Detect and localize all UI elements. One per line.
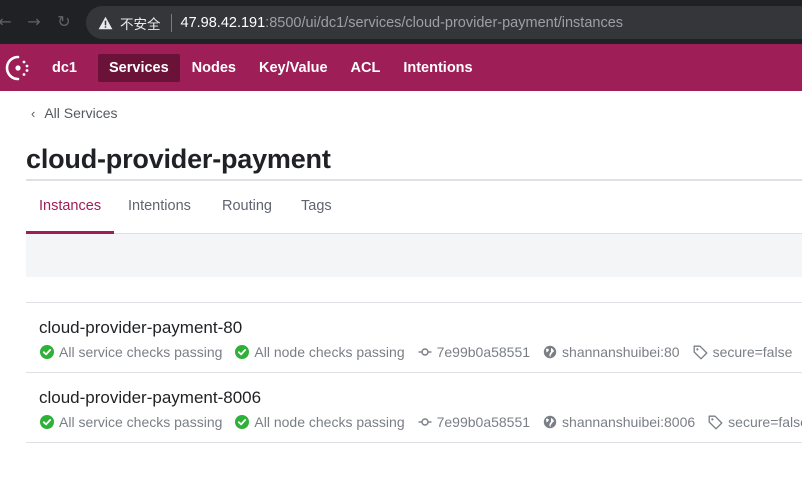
- node-checks-label: All node checks passing: [254, 414, 405, 430]
- datacenter-selector[interactable]: dc1: [43, 54, 88, 82]
- globe-icon: [543, 415, 557, 429]
- tag-label: secure=false: [728, 414, 802, 430]
- back-arrow-icon[interactable]: ←: [0, 12, 16, 31]
- warning-icon[interactable]: [98, 16, 113, 30]
- node-checks-status: All node checks passing: [235, 414, 405, 430]
- tags: secure=false: [708, 414, 802, 430]
- address: shannanshuibei:8006: [543, 414, 695, 430]
- list-item[interactable]: cloud-provider-payment-80 All service ch…: [26, 303, 802, 373]
- service-checks-status: All service checks passing: [40, 414, 222, 430]
- tab-tags[interactable]: Tags: [288, 181, 345, 234]
- address-label: shannanshuibei:80: [562, 344, 680, 360]
- address-bar[interactable]: 不安全 47.98.42.191:8500/ui/dc1/services/cl…: [86, 6, 802, 39]
- node-id-label: 7e99b0a58551: [436, 414, 531, 430]
- globe-icon: [543, 345, 557, 359]
- instance-name[interactable]: cloud-provider-payment-8006: [39, 388, 261, 408]
- filter-bar: [26, 234, 802, 277]
- tab-routing[interactable]: Routing: [209, 181, 285, 234]
- tab-intentions[interactable]: Intentions: [115, 181, 204, 234]
- node-checks-label: All node checks passing: [254, 344, 405, 360]
- instance-meta: All service checks passing All node chec…: [40, 414, 802, 430]
- instance-meta: All service checks passing All node chec…: [40, 344, 802, 360]
- node-id-label: 7e99b0a58551: [436, 344, 531, 360]
- address: shannanshuibei:80: [543, 344, 680, 360]
- nav-key-value[interactable]: Key/Value: [248, 54, 339, 82]
- tag-icon: [693, 345, 708, 359]
- check-circle-icon: [235, 415, 250, 429]
- nav-intentions[interactable]: Intentions: [392, 54, 483, 82]
- service-checks-label: All service checks passing: [59, 344, 223, 360]
- list-item[interactable]: cloud-provider-payment-8006 All service …: [26, 373, 802, 443]
- check-circle-icon: [40, 415, 54, 429]
- tag-icon: [708, 415, 723, 429]
- page-title: cloud-provider-payment: [26, 144, 331, 174]
- url-path: :8500/ui/dc1/services/cloud-provider-pay…: [265, 14, 624, 31]
- forward-arrow-icon[interactable]: →: [23, 12, 45, 31]
- url-host: 47.98.42.191: [180, 14, 266, 31]
- url-divider: [170, 13, 172, 32]
- tags: secure=false: [693, 344, 793, 360]
- insecure-label[interactable]: 不安全: [120, 13, 161, 33]
- tag-label: secure=false: [712, 344, 793, 360]
- node-id: 7e99b0a58551: [418, 344, 530, 360]
- service-checks-label: All service checks passing: [59, 414, 223, 430]
- breadcrumb[interactable]: ‹ All Services: [31, 105, 117, 121]
- address-label: shannanshuibei:8006: [562, 414, 696, 430]
- consul-logo[interactable]: [3, 53, 33, 83]
- check-circle-icon: [235, 345, 250, 359]
- chevron-left-icon: ‹: [31, 105, 36, 121]
- tab-instances[interactable]: Instances: [26, 181, 115, 234]
- nav-services[interactable]: Services: [98, 53, 180, 82]
- tab-bar: Instances Intentions Routing Tags: [26, 181, 802, 234]
- instance-name[interactable]: cloud-provider-payment-80: [39, 318, 242, 338]
- node-id: 7e99b0a58551: [418, 414, 530, 430]
- breadcrumb-all-services[interactable]: All Services: [44, 105, 117, 121]
- commit-icon: [418, 348, 432, 356]
- commit-icon: [418, 418, 432, 426]
- service-checks-status: All service checks passing: [40, 344, 222, 360]
- browser-toolbar: ← → ↻ 不安全 47.98.42.191:8500/ui/dc1/servi…: [0, 0, 802, 44]
- top-navigation: dc1 Services Nodes Key/Value ACL Intenti…: [0, 44, 802, 91]
- node-checks-status: All node checks passing: [235, 344, 405, 360]
- check-circle-icon: [40, 345, 54, 359]
- reload-icon[interactable]: ↻: [53, 12, 75, 31]
- nav-acl[interactable]: ACL: [340, 54, 392, 82]
- nav-nodes[interactable]: Nodes: [181, 54, 247, 82]
